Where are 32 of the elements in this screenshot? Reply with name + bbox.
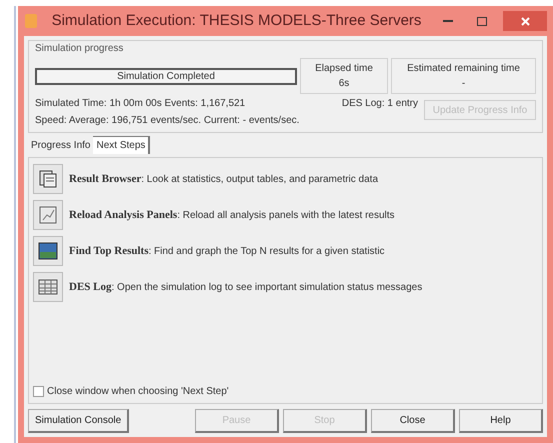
- step-text: DES Log: Open the simulation log to see important simulation status messages: [69, 280, 422, 295]
- simulated-time-text: Simulated Time: 1h 00m 00s Events: 1,167,521: [35, 97, 246, 111]
- minimize-icon: [443, 20, 453, 22]
- status-bar: Simulation Completed: [35, 68, 297, 84]
- documents-icon: [37, 168, 59, 190]
- tab[interactable]: Next Steps: [93, 136, 150, 154]
- step-button[interactable]: [33, 200, 63, 230]
- dialog-button[interactable]: Close: [371, 409, 455, 433]
- elapsed-label: Elapsed time: [315, 62, 373, 76]
- checkbox-label: Close window when choosing 'Next Step': [47, 385, 229, 399]
- step-button[interactable]: [33, 272, 63, 302]
- step-text: Result Browser: Look at statistics, output tables, and parametric data: [69, 172, 378, 187]
- close-icon: [520, 16, 530, 26]
- chart-page-icon: [37, 204, 59, 226]
- step-button[interactable]: [33, 236, 63, 266]
- step-button[interactable]: [33, 164, 63, 194]
- remaining-label: Estimated remaining time: [407, 62, 520, 76]
- window-title: Simulation Execution: THESIS MODELS-Three Servers: [50, 10, 422, 31]
- maximize-icon: [477, 16, 487, 26]
- dialog-button[interactable]: Help: [459, 409, 543, 433]
- remaining-value: -: [462, 77, 466, 91]
- step-text: Find Top Results: Find and graph the Top N results for a given statistic: [69, 244, 385, 259]
- step-text: Reload Analysis Panels: Reload all analysis panels with the latest results: [69, 208, 395, 223]
- landscape-graph-icon: [37, 240, 59, 262]
- elapsed-value: 6s: [338, 77, 350, 91]
- close-button[interactable]: [503, 11, 547, 31]
- app-icon: [24, 13, 38, 29]
- des-log-text: DES Log: 1 entry: [342, 97, 418, 111]
- group-title: Simulation progress: [35, 42, 124, 56]
- speed-text: Speed: Average: 196,751 events/sec. Current: - events/sec.: [35, 114, 300, 128]
- checkbox[interactable]: [33, 386, 44, 397]
- dialog-button[interactable]: Simulation Console: [28, 409, 130, 433]
